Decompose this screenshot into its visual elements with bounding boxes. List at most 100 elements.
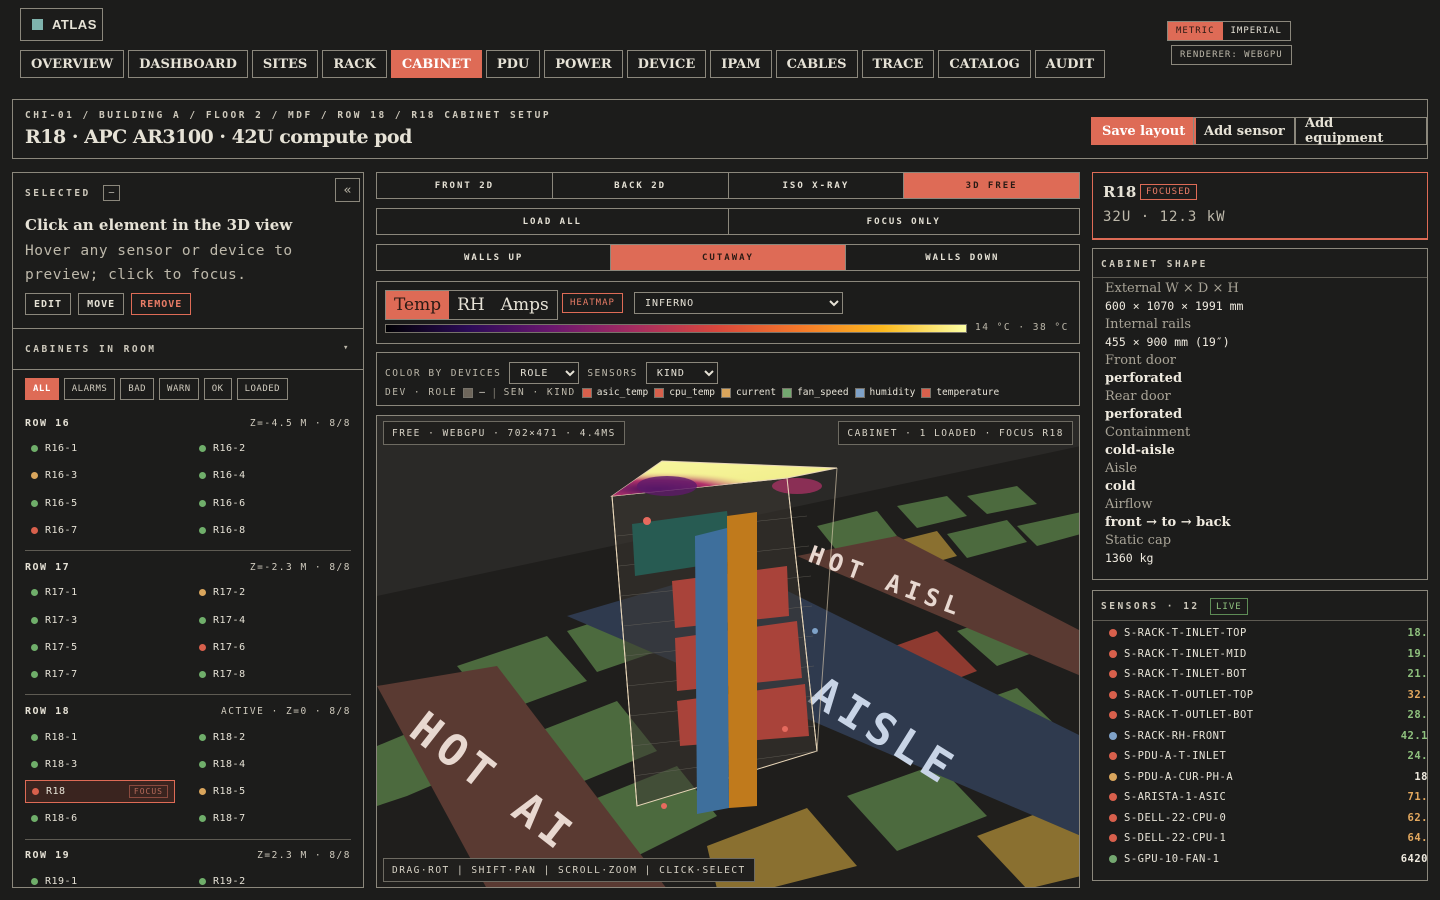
unit-metric-button[interactable]: METRIC: [1168, 22, 1223, 40]
divider: [13, 328, 363, 329]
sensor-value: 42.1: [1400, 729, 1428, 742]
sensor-row[interactable]: S-PDU-A-T-INLET 24.: [1109, 746, 1428, 767]
sensor-name: S-RACK-RH-FRONT: [1124, 729, 1227, 742]
nav-overview[interactable]: OVERVIEW: [20, 50, 125, 78]
metric-amps[interactable]: Amps: [493, 291, 557, 319]
metric-rh[interactable]: RH: [449, 291, 493, 319]
cabinet-item[interactable]: R16-5: [25, 490, 183, 517]
filter-bad[interactable]: BAD: [120, 378, 155, 400]
nav-cabinet[interactable]: CABINET: [390, 50, 482, 78]
sensor-row[interactable]: S-RACK-T-OUTLET-TOP 32.: [1109, 685, 1428, 706]
collapse-panel-button[interactable]: «: [335, 178, 360, 202]
view-iso-x-ray[interactable]: ISO X-RAY: [729, 173, 905, 198]
cabinet-item[interactable]: R18-2: [193, 723, 351, 750]
cabinet-item[interactable]: R16-2: [193, 435, 351, 462]
edit-button[interactable]: EDIT: [25, 293, 72, 315]
cabinets-chevron-icon[interactable]: ▾: [343, 343, 348, 353]
unit-imperial-button[interactable]: IMPERIAL: [1223, 22, 1290, 40]
nav-rack[interactable]: RACK: [322, 50, 387, 78]
walls-walls-down[interactable]: WALLS DOWN: [846, 245, 1079, 270]
nav-device[interactable]: DEVICE: [626, 50, 707, 78]
filter-ok[interactable]: OK: [203, 378, 232, 400]
remove-button[interactable]: REMOVE: [131, 293, 192, 315]
nav-catalog[interactable]: CATALOG: [938, 50, 1031, 78]
nav-pdu[interactable]: PDU: [485, 50, 541, 78]
metric-temp[interactable]: Temp: [386, 291, 450, 319]
sensor-row[interactable]: S-RACK-T-INLET-MID 19.: [1109, 644, 1428, 665]
sensor-row[interactable]: S-DELL-22-CPU-1 64.: [1109, 828, 1428, 849]
cabinet-item[interactable]: R18-7: [193, 805, 351, 832]
sensor-row[interactable]: S-DELL-22-CPU-0 62.: [1109, 808, 1428, 829]
sensor-row[interactable]: S-GPU-10-FAN-1 6420: [1109, 849, 1428, 870]
walls-walls-up[interactable]: WALLS UP: [377, 245, 612, 270]
sensor-name: S-RACK-T-INLET-TOP: [1124, 627, 1247, 640]
cabinet-item[interactable]: R18-6: [25, 805, 183, 832]
main-nav: OVERVIEW DASHBOARD SITES RACK CABINET PDU POWE…: [20, 50, 1106, 78]
cabinet-item[interactable]: R16-6: [193, 490, 351, 517]
cabinet-item[interactable]: R18-5: [193, 778, 351, 805]
sensor-marker[interactable]: [812, 628, 818, 634]
cabinet-grid: R16-1 R16-2 R16-3 R16-4 R16-5 R16-6 R16-7 R16-8: [25, 435, 351, 544]
shape-value: perforated: [1105, 407, 1183, 422]
cabinet-item[interactable]: R17-1: [25, 579, 183, 606]
nav-sites[interactable]: SITES: [251, 50, 319, 78]
nav-audit[interactable]: AUDIT: [1034, 50, 1106, 78]
cabinet-item[interactable]: R19-1: [25, 868, 183, 887]
sensor-row[interactable]: S-ARISTA-1-ASIC 71.: [1109, 787, 1428, 808]
sensor-row[interactable]: S-RACK-T-INLET-BOT 21.: [1109, 664, 1428, 685]
sensor-row[interactable]: S-RACK-T-OUTLET-BOT 28.: [1109, 705, 1428, 726]
filter-all[interactable]: ALL: [25, 378, 59, 400]
cabinet-item[interactable]: R19-2: [193, 868, 351, 887]
3d-viewport[interactable]: HOT AI AISLE HOT AISL FREE · WEBGPU · 70…: [376, 415, 1080, 888]
save-layout-button[interactable]: Save layout: [1091, 117, 1197, 145]
selected-hint: Hover any sensor or device to preview; c…: [25, 243, 293, 283]
load-load-all[interactable]: LOAD ALL: [377, 209, 729, 234]
sensor-marker[interactable]: [661, 803, 667, 809]
sensor-color-select[interactable]: KIND: [645, 362, 718, 384]
device-color-select[interactable]: ROLE: [509, 362, 580, 384]
cabinet-item[interactable]: R16-4: [193, 462, 351, 489]
color-by-label: COLOR BY: [385, 367, 443, 379]
cabinet-item[interactable]: R17-3: [25, 606, 183, 633]
sensor-marker[interactable]: [782, 726, 788, 732]
load-focus-only[interactable]: FOCUS ONLY: [729, 209, 1080, 234]
cabinet-item[interactable]: R17-7: [25, 661, 183, 688]
focused-badge: FOCUSED: [1140, 184, 1197, 200]
nav-power[interactable]: POWER: [544, 50, 623, 78]
nav-dashboard[interactable]: DASHBOARD: [128, 50, 248, 78]
add-sensor-button[interactable]: Add sensor: [1193, 117, 1296, 145]
cabinet-item[interactable]: R18-1: [25, 723, 183, 750]
palette-select[interactable]: INFERNO: [634, 292, 843, 314]
heatmap-toggle[interactable]: HEATMAP: [562, 293, 623, 313]
cabinet-item[interactable]: R16-8: [193, 517, 351, 544]
cabinet-item[interactable]: R17-2: [193, 579, 351, 606]
sensor-marker[interactable]: [643, 517, 651, 525]
add-equipment-button[interactable]: Add equipment: [1294, 116, 1427, 146]
cabinet-item[interactable]: R18-3: [25, 751, 183, 778]
move-button[interactable]: MOVE: [78, 293, 125, 315]
nav-ipam[interactable]: IPAM: [710, 50, 772, 78]
view-3d-free[interactable]: 3D FREE: [904, 173, 1079, 198]
cabinet-item[interactable]: R18 FOCUS: [25, 779, 175, 803]
cabinet-item[interactable]: R17-4: [193, 606, 351, 633]
cabinet-item[interactable]: R16-3: [25, 462, 183, 489]
nav-cables[interactable]: CABLES: [775, 50, 858, 78]
app-logo[interactable]: ATLAS: [20, 8, 103, 41]
scene-canvas[interactable]: HOT AI AISLE HOT AISL: [377, 416, 1080, 888]
sensor-row[interactable]: S-PDU-A-CUR-PH-A 18: [1109, 767, 1428, 788]
filter-warn[interactable]: WARN: [159, 378, 199, 400]
filter-alarms[interactable]: ALARMS: [63, 378, 116, 400]
cabinet-item[interactable]: R16-1: [25, 435, 183, 462]
walls-cutaway[interactable]: CUTAWAY: [611, 245, 846, 270]
cabinet-item[interactable]: R16-7: [25, 517, 183, 544]
cabinet-item[interactable]: R17-8: [193, 661, 351, 688]
filter-loaded[interactable]: LOADED: [236, 378, 289, 400]
view-front-2d[interactable]: FRONT 2D: [377, 173, 553, 198]
cabinet-item[interactable]: R17-6: [193, 634, 351, 661]
cabinet-item[interactable]: R18-4: [193, 751, 351, 778]
view-back-2d[interactable]: BACK 2D: [553, 173, 729, 198]
nav-trace[interactable]: TRACE: [861, 50, 935, 78]
sensor-row[interactable]: S-RACK-T-INLET-TOP 18.: [1109, 623, 1428, 644]
sensor-row[interactable]: S-RACK-RH-FRONT 42.1: [1109, 726, 1428, 747]
cabinet-item[interactable]: R17-5: [25, 634, 183, 661]
